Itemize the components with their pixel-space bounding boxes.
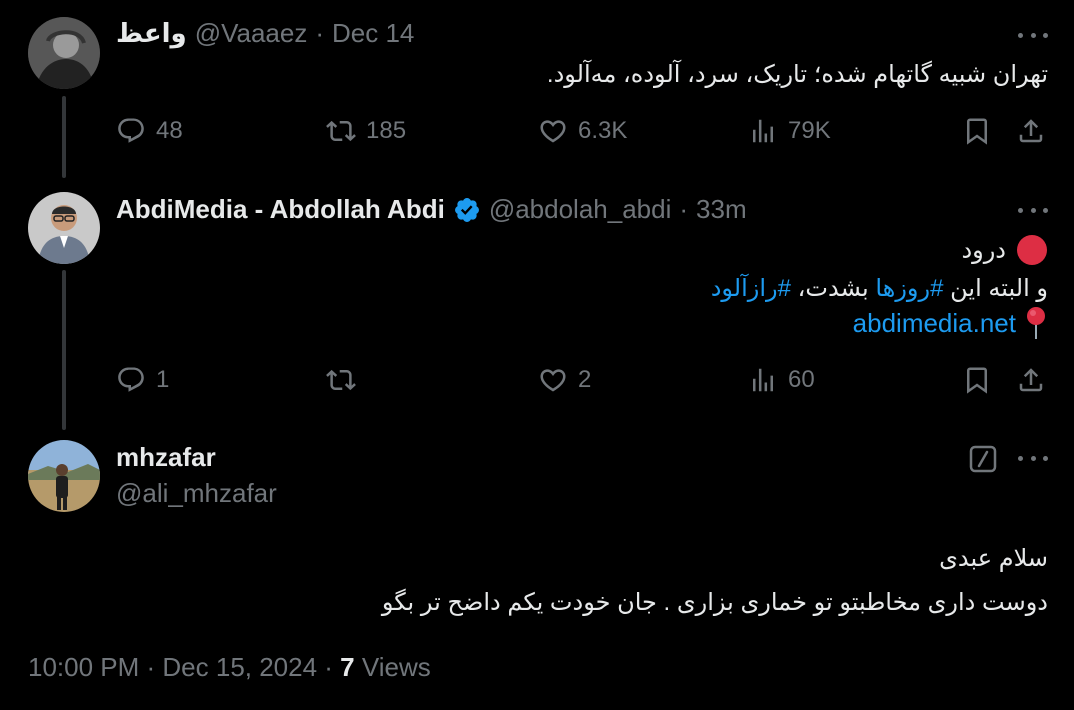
tweet-2-line-1: درود: [961, 234, 1048, 266]
thread-line-1: [62, 96, 66, 178]
handle[interactable]: @Vaaaez: [195, 18, 308, 49]
thread-line-2: [62, 270, 66, 430]
edit-icon[interactable]: [968, 444, 998, 474]
avatar-ali-mhzafar[interactable]: [28, 440, 100, 512]
bookmark-icon: [967, 367, 987, 394]
text-segment: و البته این: [943, 275, 1048, 302]
heart-icon: [540, 369, 566, 392]
verified-badge-icon: [454, 197, 479, 222]
red-circle-icon: [1017, 235, 1047, 265]
reply-author-handle: @ali_mhzafar: [116, 478, 277, 509]
avatar-abdolah-abdi[interactable]: [28, 192, 100, 264]
handle[interactable]: @abdolah_abdi: [489, 194, 672, 225]
display-name[interactable]: mhzafar: [116, 442, 216, 473]
hashtag-link[interactable]: #روزها: [875, 275, 943, 302]
post-timestamp[interactable]: 10:00 PM · Dec 15, 2024 ·: [28, 652, 340, 682]
reply-button[interactable]: 48: [116, 116, 183, 146]
avatar-vaaaez[interactable]: [28, 17, 100, 89]
views-button[interactable]: 79K: [748, 116, 831, 146]
separator-dot: ·: [315, 18, 325, 48]
tweet-metadata: 10:00 PM · Dec 15, 2024 · 7 Views: [28, 652, 431, 683]
tweet-2-line-3: abdimedia.net: [853, 306, 1048, 340]
more-options-icon[interactable]: [1018, 453, 1048, 463]
analytics-icon: [753, 119, 773, 143]
views-count: 60: [788, 366, 815, 393]
reply-author-name: mhzafar: [116, 442, 216, 473]
share-button[interactable]: [1016, 116, 1046, 146]
reply-button[interactable]: 1: [116, 365, 169, 395]
heart-icon: [540, 120, 566, 143]
handle[interactable]: @ali_mhzafar: [116, 478, 277, 509]
reply-count: 1: [156, 366, 170, 393]
bookmark-button[interactable]: [962, 365, 992, 395]
more-options-icon[interactable]: [1018, 205, 1048, 215]
text-segment: بشدت،: [790, 275, 876, 302]
round-pushpin-icon: [1027, 307, 1045, 339]
repost-count: 185: [366, 117, 407, 144]
views-label: Views: [361, 652, 431, 682]
tweet-1-text: تهران شبیه گاتهام شده؛ تاریک، سرد، آلوده…: [546, 61, 1048, 88]
more-options-icon[interactable]: [1018, 30, 1048, 40]
share-button[interactable]: [1016, 365, 1046, 395]
analytics-icon: [753, 368, 773, 392]
bookmark-button[interactable]: [962, 116, 992, 146]
views-count: 79K: [788, 117, 831, 144]
greeting-text: درود: [961, 236, 1006, 264]
bookmark-icon: [967, 118, 987, 145]
like-count: 2: [578, 366, 592, 393]
reply-icon: [118, 118, 144, 143]
like-button[interactable]: 2: [538, 365, 591, 395]
website-link[interactable]: abdimedia.net: [853, 308, 1016, 339]
repost-button[interactable]: 185: [326, 116, 406, 146]
display-name[interactable]: AbdiMedia - Abdollah Abdi: [116, 194, 445, 225]
separator-dot: ·: [679, 194, 689, 224]
display-name[interactable]: واعظ: [116, 18, 187, 49]
like-button[interactable]: 6.3K: [538, 116, 627, 146]
share-icon: [1019, 119, 1043, 143]
tweet-1-header: واعظ @Vaaaez · Dec 14: [116, 18, 414, 49]
reply-count: 48: [156, 117, 183, 144]
views-total: 7: [340, 652, 355, 682]
tweet-2-header: AbdiMedia - Abdollah Abdi @abdolah_abdi …: [116, 194, 747, 225]
repost-icon: [326, 369, 356, 391]
reply-line-1: سلام عبدی: [939, 545, 1048, 572]
timestamp[interactable]: 33m: [696, 194, 747, 225]
reply-line-2: دوست داری مخاطبتو تو خماری بزاری . جان خ…: [381, 589, 1048, 616]
tweet-2-line-2: و البته این #روزها بشدت، #رازآلود: [711, 274, 1048, 303]
repost-button[interactable]: [326, 365, 366, 395]
share-icon: [1019, 368, 1043, 392]
repost-icon: [326, 120, 356, 142]
reply-icon: [118, 367, 144, 392]
views-button[interactable]: 60: [748, 365, 815, 395]
like-count: 6.3K: [578, 117, 628, 144]
timestamp[interactable]: Dec 14: [332, 18, 414, 49]
hashtag-link[interactable]: #رازآلود: [711, 275, 791, 302]
